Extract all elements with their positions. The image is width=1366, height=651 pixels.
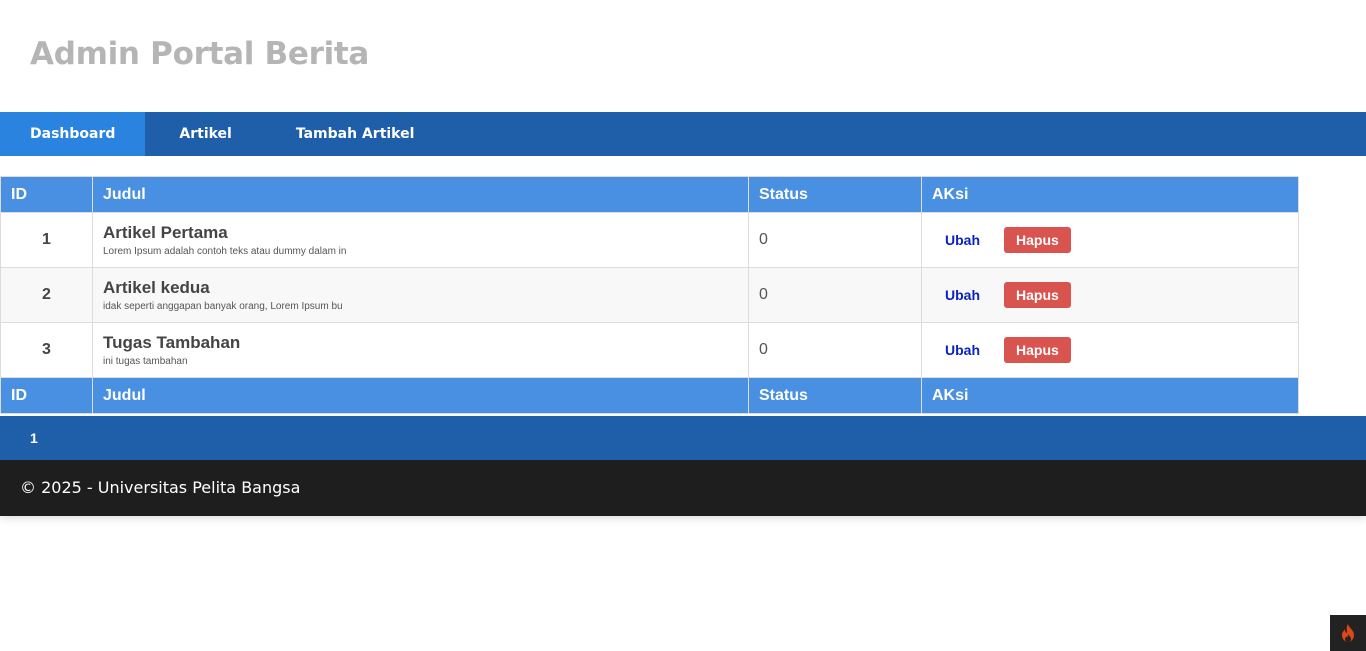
column-footer-id: ID	[0, 377, 93, 414]
nav-item-artikel[interactable]: Artikel	[145, 112, 263, 156]
column-footer-status: Status	[748, 377, 922, 414]
article-table: ID Judul Status AKsi 1 Artikel Pertama L…	[0, 176, 1299, 414]
row-judul: Tugas Tambahan ini tugas tambahan	[92, 322, 749, 378]
nav-item-dashboard[interactable]: Dashboard	[0, 112, 146, 156]
row-id: 3	[0, 322, 93, 378]
row-id: 2	[0, 267, 93, 323]
page-container: Admin Portal Berita Dashboard Artikel Ta…	[0, 0, 1366, 516]
article-title: Artikel kedua	[103, 278, 210, 297]
page-title: Admin Portal Berita	[30, 36, 370, 72]
column-footer-aksi: AKsi	[921, 377, 1299, 414]
edit-button[interactable]: Ubah	[933, 282, 992, 308]
flame-icon	[1342, 624, 1354, 642]
nav-item-tambah-artikel[interactable]: Tambah Artikel	[264, 112, 445, 156]
site-footer: © 2025 - Universitas Pelita Bangsa	[0, 460, 1366, 516]
row-actions: Ubah Hapus	[921, 212, 1299, 268]
main-nav: Dashboard Artikel Tambah Artikel	[0, 112, 1366, 156]
column-header-judul: Judul	[92, 176, 749, 213]
column-header-status: Status	[748, 176, 922, 213]
article-snippet: Lorem Ipsum adalah contoh teks atau dumm…	[103, 246, 347, 257]
article-title: Artikel Pertama	[103, 223, 228, 242]
article-snippet: ini tugas tambahan	[103, 356, 188, 367]
table-row: 3 Tugas Tambahan ini tugas tambahan 0 Ub…	[0, 322, 1299, 378]
row-actions: Ubah Hapus	[921, 267, 1299, 323]
edit-button[interactable]: Ubah	[933, 227, 992, 253]
row-status: 0	[748, 322, 922, 378]
delete-button[interactable]: Hapus	[1004, 227, 1071, 253]
column-header-aksi: AKsi	[921, 176, 1299, 213]
row-judul: Artikel Pertama Lorem Ipsum adalah conto…	[92, 212, 749, 268]
edit-button[interactable]: Ubah	[933, 337, 992, 363]
article-title: Tugas Tambahan	[103, 333, 241, 352]
page-link-1[interactable]: 1	[30, 416, 38, 460]
pagination: 1	[0, 416, 1366, 460]
table-row: 1 Artikel Pertama Lorem Ipsum adalah con…	[0, 212, 1299, 268]
row-id: 1	[0, 212, 93, 268]
row-judul: Artikel kedua idak seperti anggapan bany…	[92, 267, 749, 323]
delete-button[interactable]: Hapus	[1004, 282, 1071, 308]
table-header-row: ID Judul Status AKsi	[0, 176, 1299, 213]
table-row: 2 Artikel kedua idak seperti anggapan ba…	[0, 267, 1299, 323]
debug-toolbar-toggle[interactable]	[1330, 615, 1366, 651]
main-content: ID Judul Status AKsi 1 Artikel Pertama L…	[0, 156, 1366, 416]
table-footer-row: ID Judul Status AKsi	[0, 377, 1299, 414]
site-header: Admin Portal Berita	[0, 0, 1366, 112]
article-snippet: idak seperti anggapan banyak orang, Lore…	[103, 301, 343, 312]
footer-copyright: © 2025 - Universitas Pelita Bangsa	[20, 478, 301, 497]
column-header-id: ID	[0, 176, 93, 213]
row-status: 0	[748, 267, 922, 323]
delete-button[interactable]: Hapus	[1004, 337, 1071, 363]
row-actions: Ubah Hapus	[921, 322, 1299, 378]
row-status: 0	[748, 212, 922, 268]
column-footer-judul: Judul	[92, 377, 749, 414]
